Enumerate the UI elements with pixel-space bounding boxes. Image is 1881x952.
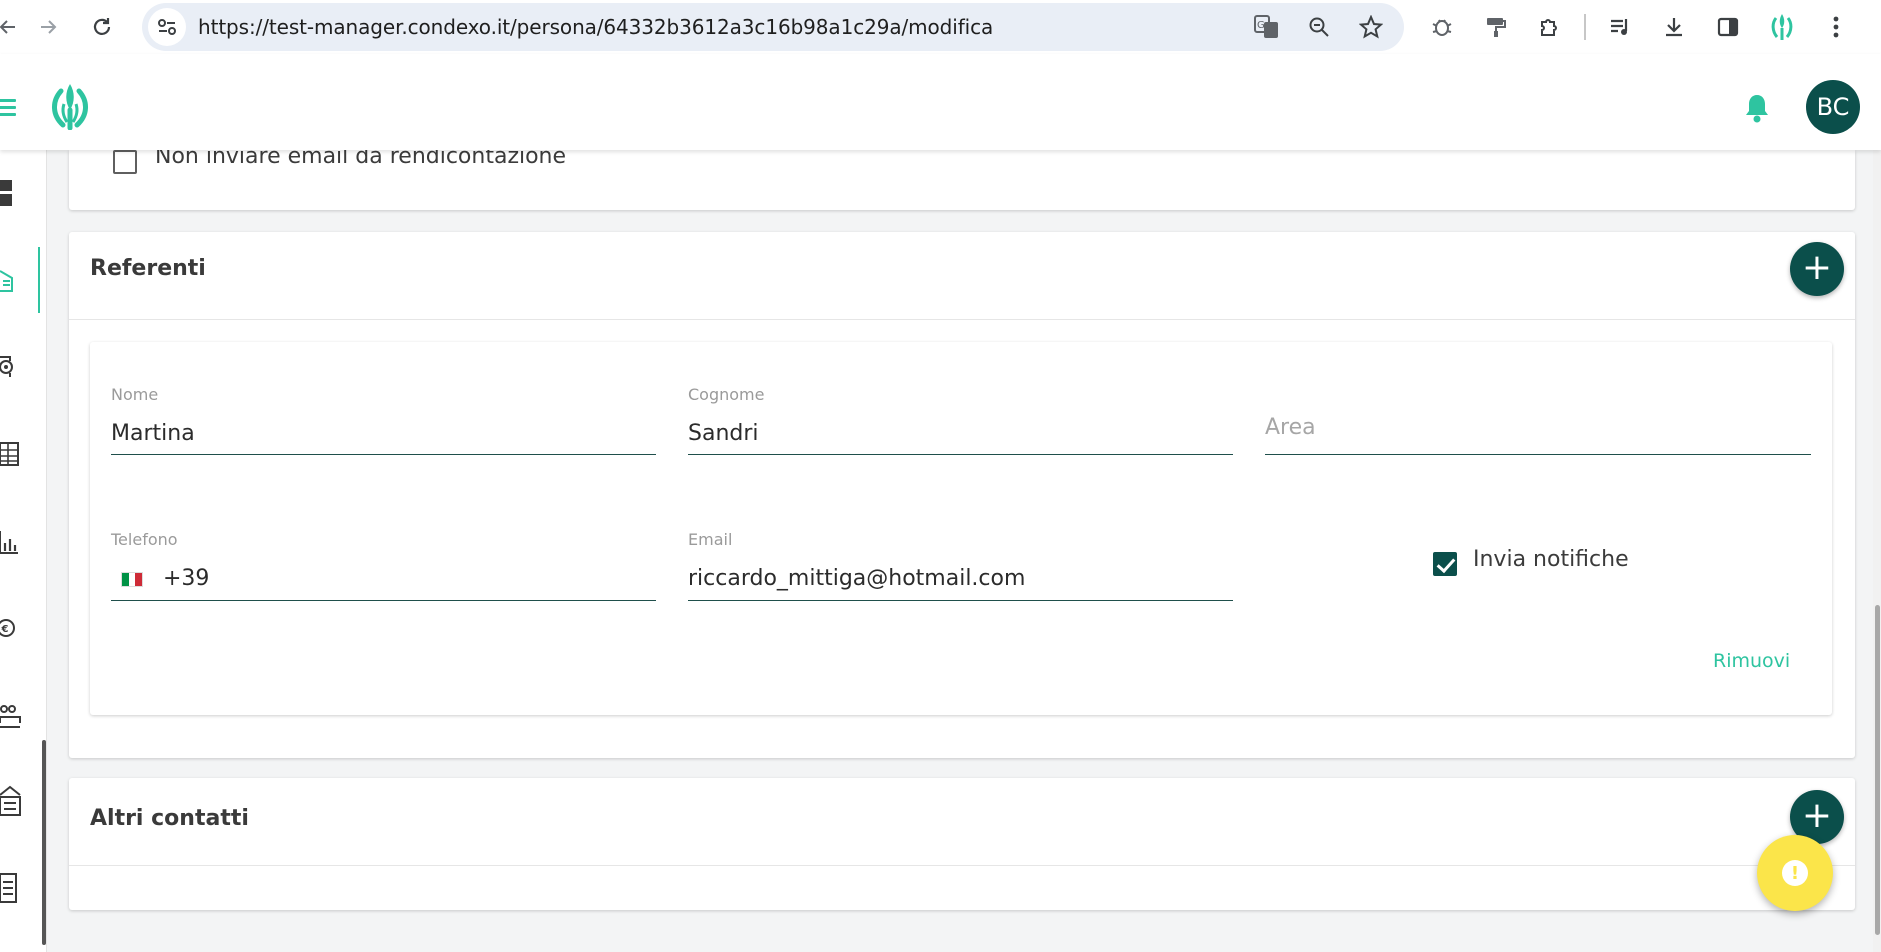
add-referente-button[interactable]: + [1790,242,1844,296]
nome-value[interactable]: Martina [111,421,195,446]
sidebar-item-buildings[interactable] [0,263,24,297]
referenti-divider [69,319,1855,320]
telefono-label: Telefono [111,530,178,549]
notifications-bell-icon[interactable] [1742,92,1772,124]
referente-item: Nome Martina Cognome Sandri Area Telefon… [90,342,1832,715]
sidebar-active-indicator [38,247,40,313]
telefono-prefix[interactable]: +39 [163,566,209,591]
extensions-puzzle-icon[interactable] [1530,7,1570,47]
referenti-title: Referenti [90,256,206,281]
sidebar-item-reports[interactable] [0,524,24,558]
browser-toolbar: https://test-manager.condexo.it/persona/… [0,0,1881,54]
sidebar-item-services[interactable] [0,350,24,384]
warning-fab-button[interactable]: ! [1757,835,1833,911]
area-placeholder[interactable]: Area [1265,415,1316,440]
zoom-icon[interactable] [1306,7,1332,47]
no-email-checkbox[interactable] [113,150,137,174]
main-content: Non inviare email da rendicontazione Ref… [47,144,1881,952]
nome-field[interactable]: Nome Martina [111,385,656,455]
url-text[interactable]: https://test-manager.condexo.it/persona/… [198,15,993,39]
svg-text:€: € [1,624,9,635]
cognome-value[interactable]: Sandri [688,421,759,446]
cognome-field[interactable]: Cognome Sandri [688,385,1233,455]
email-settings-card: Non inviare email da rendicontazione [69,144,1855,210]
profile-extension-icon[interactable] [1762,7,1802,47]
cognome-label: Cognome [688,385,765,404]
altri-contatti-card: Altri contatti + [69,778,1855,910]
invia-notifiche-checkbox[interactable] [1433,552,1457,576]
extension-paint-icon[interactable] [1476,7,1516,47]
telefono-field[interactable]: Telefono +39 [111,530,656,601]
altri-contatti-divider [69,865,1855,866]
page-scrollbar-thumb[interactable] [1875,605,1880,935]
address-bar[interactable]: https://test-manager.condexo.it/persona/… [142,3,1404,51]
nome-label: Nome [111,385,159,404]
sidebar-item-dashboard[interactable] [0,176,24,210]
plus-icon: + [1801,246,1833,288]
side-panel-icon[interactable] [1708,7,1748,47]
rimuovi-button[interactable]: Rimuovi [1713,650,1790,672]
referenti-card: Referenti + Nome Martina Cognome Sandri … [69,232,1855,758]
sidebar-nav: € [0,150,47,952]
sidebar-item-payments[interactable]: € [0,611,24,645]
site-info-icon[interactable] [148,8,186,46]
email-value[interactable]: riccardo_mittiga@hotmail.com [688,566,1025,591]
app-header: BC [0,54,1881,150]
altri-contatti-title: Altri contatti [90,806,249,831]
toolbar-divider [1584,14,1586,40]
plus-icon: + [1801,794,1833,836]
download-icon[interactable] [1654,7,1694,47]
invia-notifiche-label: Invia notifiche [1473,547,1629,572]
sidebar-item-bank[interactable] [0,785,24,819]
email-label: Email [688,530,733,549]
svg-text:G: G [1257,20,1265,31]
forward-arrow-icon[interactable] [28,7,68,47]
sidebar-scrollbar[interactable] [42,740,46,945]
sidebar-item-tables[interactable] [0,437,24,471]
warning-icon: ! [1782,860,1808,886]
media-playlist-icon[interactable] [1600,7,1640,47]
area-field[interactable]: Area [1265,385,1811,455]
reload-icon[interactable] [82,7,122,47]
hamburger-menu-icon[interactable] [0,99,16,117]
sidebar-item-documents[interactable] [0,872,24,906]
translate-icon[interactable]: G [1254,7,1280,47]
email-field[interactable]: Email riccardo_mittiga@hotmail.com [688,530,1233,601]
sidebar-item-people[interactable] [0,698,24,732]
bookmark-star-icon[interactable] [1358,7,1384,47]
back-arrow-icon[interactable] [0,7,28,47]
italy-flag-icon[interactable] [121,572,143,587]
extension-bug-icon[interactable] [1422,7,1462,47]
user-avatar[interactable]: BC [1806,80,1860,134]
condexo-logo[interactable] [48,82,92,131]
kebab-menu-icon[interactable] [1816,7,1856,47]
